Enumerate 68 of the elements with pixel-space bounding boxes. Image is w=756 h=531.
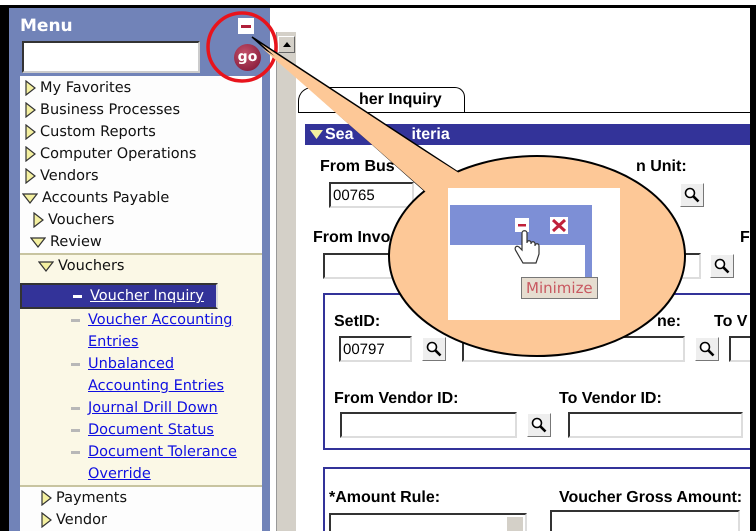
section-header[interactable]: Sea iteria bbox=[305, 124, 750, 145]
caret-right-icon[interactable] bbox=[25, 80, 36, 96]
search-icon bbox=[714, 258, 730, 274]
search-icon bbox=[699, 341, 715, 357]
field-label: F bbox=[740, 228, 750, 247]
search-icon bbox=[684, 187, 700, 203]
search-icon bbox=[531, 417, 547, 433]
menu-link[interactable]: Voucher Inquiry bbox=[20, 283, 218, 309]
lookup-button[interactable] bbox=[527, 413, 551, 437]
caret-down-icon[interactable] bbox=[30, 236, 46, 248]
tooltip: Minimize bbox=[521, 277, 598, 299]
field-label: n Unit: bbox=[636, 157, 687, 176]
field-label: SetID: bbox=[334, 313, 380, 330]
field-label: *Amount Rule: bbox=[329, 488, 442, 507]
tree-item[interactable]: Payments bbox=[56, 490, 128, 506]
tree-item[interactable]: Computer Operations bbox=[40, 146, 196, 162]
bullet-icon bbox=[71, 451, 80, 454]
caret-down-icon[interactable] bbox=[38, 260, 54, 272]
menu-link[interactable]: Unbalanced Accounting Entries bbox=[20, 353, 262, 397]
tree-item[interactable]: Vendors bbox=[40, 168, 98, 184]
search-field[interactable] bbox=[22, 41, 200, 73]
field-label: To Vendor ID: bbox=[559, 389, 662, 408]
menu-link[interactable]: Journal Drill Down bbox=[20, 397, 262, 419]
bullet-icon bbox=[73, 295, 82, 298]
caret-down-icon[interactable] bbox=[22, 192, 38, 204]
search-icon bbox=[426, 341, 442, 357]
field-label: From Vendor ID: bbox=[334, 389, 460, 408]
caret-right-icon[interactable] bbox=[25, 124, 36, 140]
scroll-up-button[interactable] bbox=[278, 36, 295, 53]
tree-item[interactable]: Review bbox=[50, 234, 102, 250]
input-field[interactable] bbox=[550, 510, 740, 531]
tree-item[interactable]: Vouchers bbox=[58, 258, 124, 274]
field-label: From Bus bbox=[320, 158, 395, 175]
lookup-button[interactable] bbox=[695, 337, 719, 361]
tree-item[interactable]: Vouchers bbox=[48, 212, 114, 228]
caret-right-icon[interactable] bbox=[25, 102, 36, 118]
tree-item[interactable]: Business Processes bbox=[40, 102, 180, 118]
menu-title: Menu bbox=[20, 15, 73, 37]
caret-right-icon[interactable] bbox=[33, 212, 44, 228]
field-label: From Invo bbox=[313, 229, 390, 246]
tree-item[interactable]: Custom Reports bbox=[40, 124, 156, 140]
caret-right-icon[interactable] bbox=[25, 168, 36, 184]
input-field[interactable] bbox=[340, 412, 517, 438]
bullet-icon bbox=[71, 363, 80, 366]
caret-right-icon[interactable] bbox=[41, 490, 52, 506]
menu-link[interactable]: Document Status bbox=[20, 419, 262, 441]
go-button[interactable]: go bbox=[234, 44, 261, 70]
menu-link[interactable]: Document Tolerance Override bbox=[20, 441, 262, 485]
tree-item[interactable]: Vendor bbox=[56, 512, 107, 528]
caret-right-icon[interactable] bbox=[25, 146, 36, 162]
menu-link[interactable]: Voucher Accounting Entries bbox=[20, 309, 262, 353]
field-label: Voucher Gross Amount: bbox=[559, 488, 742, 507]
tree-item[interactable]: My Favorites bbox=[40, 80, 132, 96]
bullet-icon bbox=[71, 319, 80, 322]
tree-item[interactable]: Accounts Payable bbox=[42, 190, 170, 206]
lookup-button[interactable] bbox=[422, 337, 446, 361]
field-label: To V bbox=[714, 312, 748, 331]
input-field[interactable]: 00765 bbox=[329, 182, 414, 208]
lookup-button[interactable] bbox=[710, 254, 734, 278]
highlight-circle bbox=[206, 11, 278, 83]
input-field[interactable]: 00797 bbox=[339, 336, 412, 362]
minimize-button[interactable] bbox=[238, 18, 254, 34]
input-field[interactable] bbox=[568, 412, 743, 438]
bullet-icon bbox=[71, 429, 80, 432]
bullet-icon bbox=[71, 407, 80, 410]
caret-right-icon[interactable] bbox=[41, 512, 52, 528]
field-label: ne: bbox=[657, 313, 681, 330]
lookup-button[interactable] bbox=[680, 183, 704, 207]
